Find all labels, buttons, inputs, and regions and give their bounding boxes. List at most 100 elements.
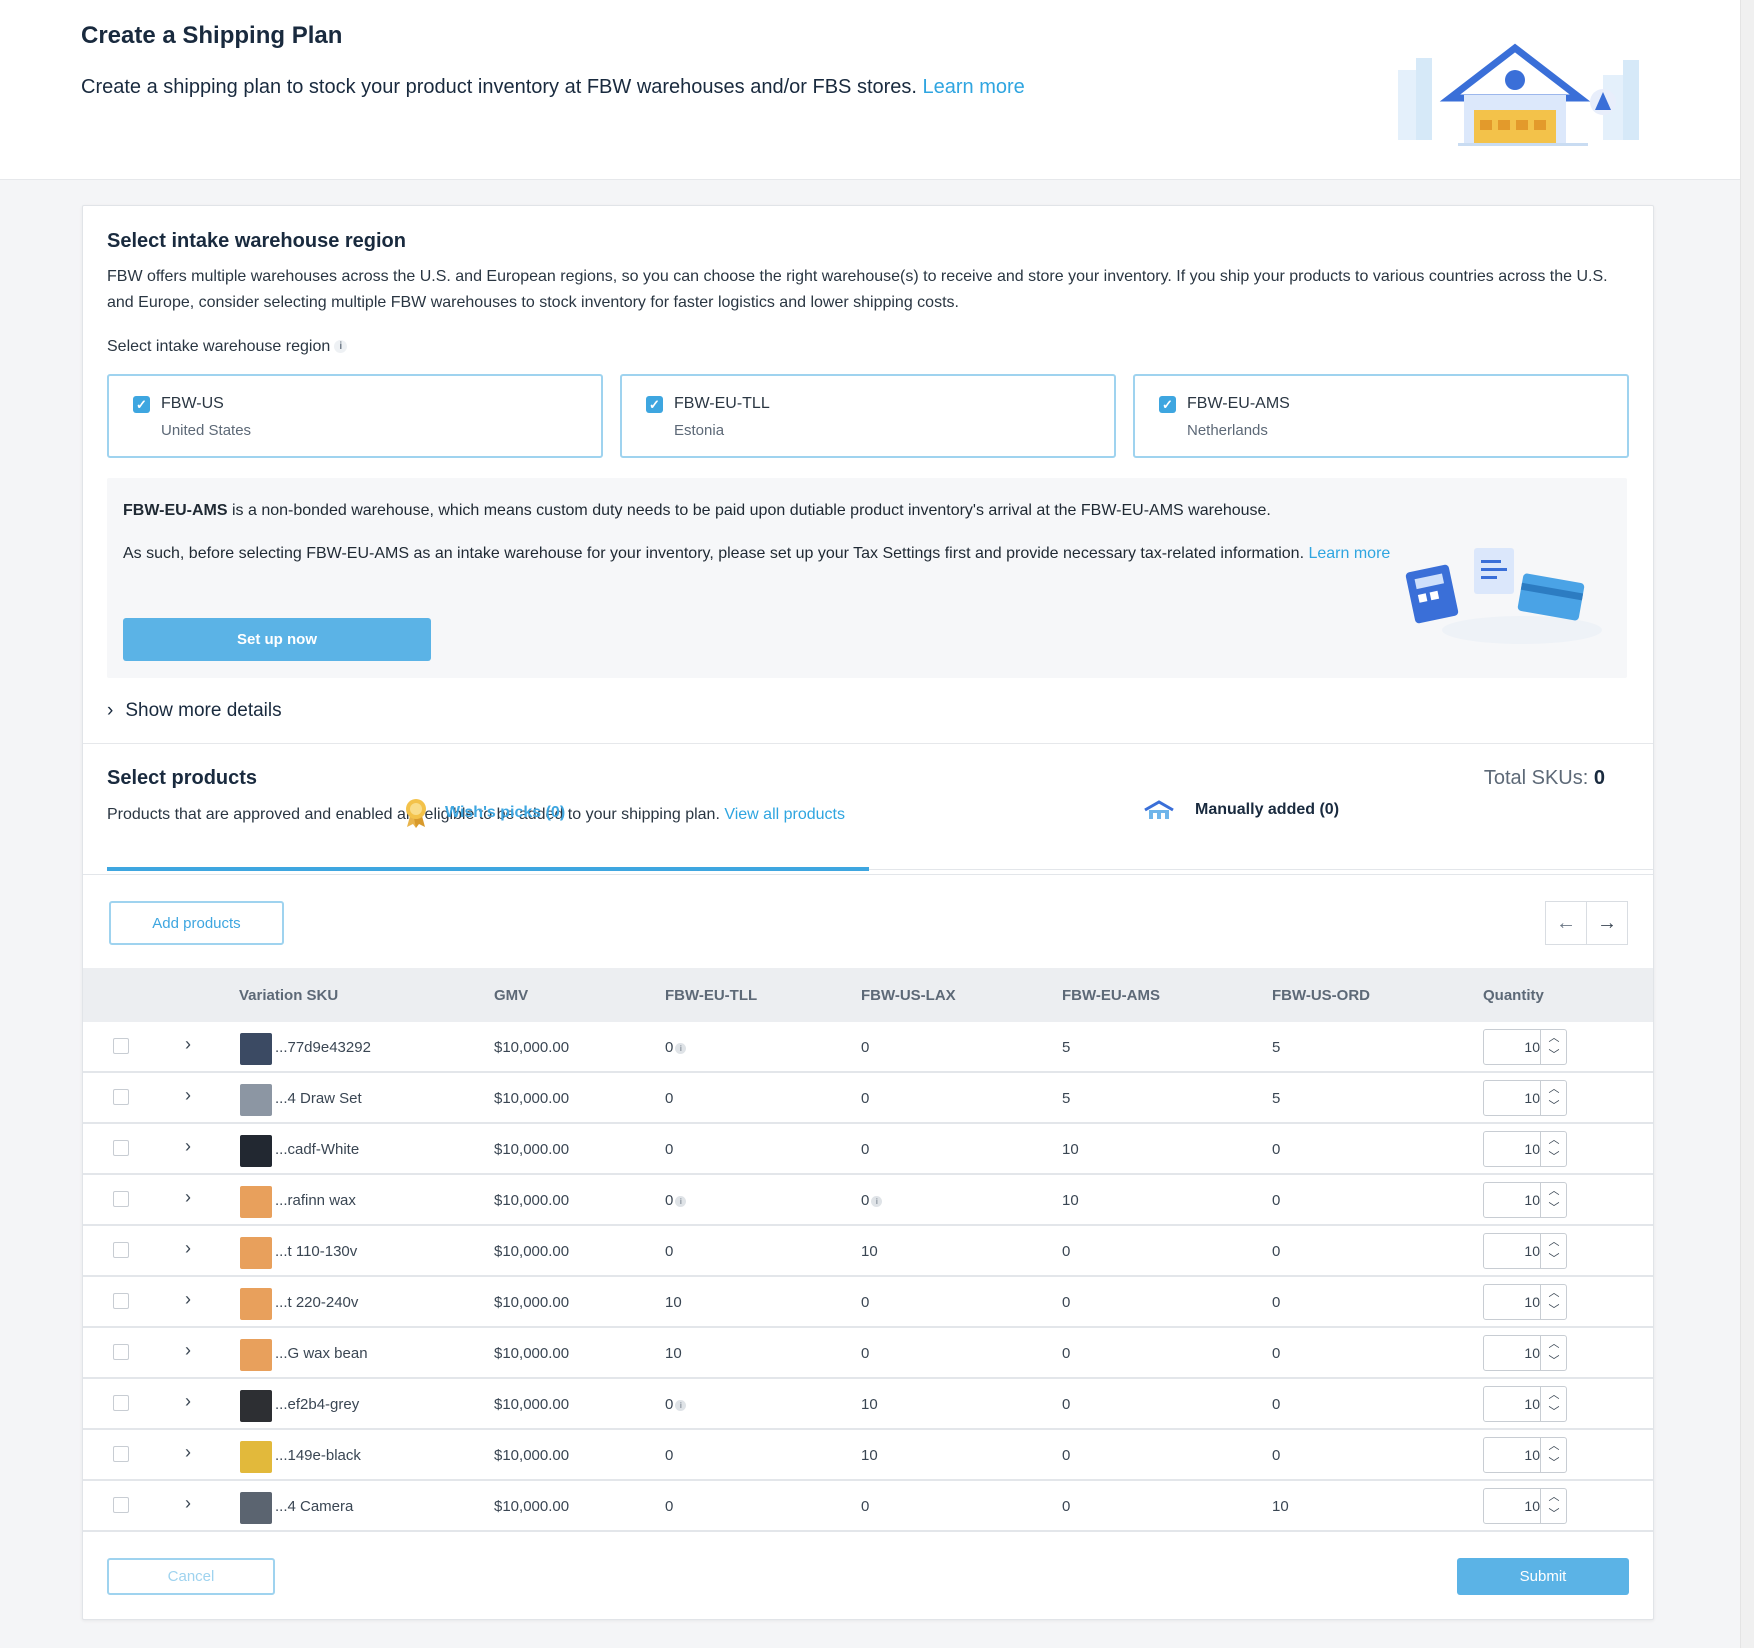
variation-sku[interactable]: ...149e-black: [275, 1447, 361, 1464]
table-row[interactable]: › ...4 Draw Set $10,000.00 0 0 5 5 10 ︿ ﹀: [83, 1073, 1653, 1124]
checkbox-checked-icon[interactable]: ✓: [1159, 396, 1176, 413]
table-row[interactable]: › ...ef2b4-grey $10,000.00 0 i 10 0 0 10 ︿ ﹀: [83, 1379, 1653, 1430]
chevron-right-icon[interactable]: ›: [185, 1238, 191, 1259]
show-more-details-toggle[interactable]: › Show more details: [107, 700, 282, 722]
chevron-right-icon[interactable]: ›: [185, 1493, 191, 1514]
chevron-down-icon[interactable]: ﹀: [1541, 1098, 1567, 1115]
checkbox-checked-icon[interactable]: ✓: [646, 396, 663, 413]
chevron-up-icon[interactable]: ︿: [1541, 1438, 1567, 1455]
chevron-up-icon[interactable]: ︿: [1541, 1030, 1567, 1047]
column-header[interactable]: FBW-US-LAX: [861, 987, 956, 1004]
chevron-up-icon[interactable]: ︿: [1541, 1234, 1567, 1251]
quantity-input[interactable]: 10: [1484, 1498, 1540, 1514]
row-checkbox[interactable]: [113, 1344, 129, 1360]
pager-prev-arrow-icon[interactable]: ←: [1545, 901, 1587, 945]
cancel-button[interactable]: Cancel: [107, 1558, 275, 1595]
table-row[interactable]: › ...77d9e43292 $10,000.00 0 i 0 5 5 10 ︿ ﹀: [83, 1022, 1653, 1073]
chevron-right-icon[interactable]: ›: [185, 1289, 191, 1310]
quantity-input[interactable]: 10: [1484, 1243, 1540, 1259]
chevron-down-icon[interactable]: ﹀: [1541, 1404, 1567, 1421]
column-header[interactable]: Quantity: [1483, 987, 1544, 1004]
quantity-input[interactable]: 10: [1484, 1345, 1540, 1361]
checkbox-checked-icon[interactable]: ✓: [133, 396, 150, 413]
column-header[interactable]: GMV: [494, 987, 528, 1004]
quantity-stepper[interactable]: 10 ︿ ﹀: [1483, 1488, 1567, 1524]
add-products-button[interactable]: Add products: [109, 901, 284, 945]
row-checkbox[interactable]: [113, 1038, 129, 1054]
chevron-up-icon[interactable]: ︿: [1541, 1081, 1567, 1098]
info-icon[interactable]: i: [675, 1399, 687, 1411]
chevron-down-icon[interactable]: ﹀: [1541, 1149, 1567, 1166]
page-scrollbar[interactable]: [1740, 0, 1754, 1648]
chevron-down-icon[interactable]: ﹀: [1541, 1251, 1567, 1268]
quantity-input[interactable]: 10: [1484, 1141, 1540, 1157]
quantity-stepper[interactable]: 10 ︿ ﹀: [1483, 1386, 1567, 1422]
table-row[interactable]: › ...rafinn wax $10,000.00 0 i 0 i 10 0 10 ︿ ﹀: [83, 1175, 1653, 1226]
learn-more-link[interactable]: Learn more: [923, 76, 1025, 98]
variation-sku[interactable]: ...4 Draw Set: [275, 1090, 362, 1107]
quantity-stepper[interactable]: 10 ︿ ﹀: [1483, 1131, 1567, 1167]
row-checkbox[interactable]: [113, 1089, 129, 1105]
table-row[interactable]: › ...149e-black $10,000.00 0 10 0 0 10 ︿ ﹀: [83, 1430, 1653, 1481]
chevron-right-icon[interactable]: ›: [185, 1034, 191, 1055]
table-row[interactable]: › ...G wax bean $10,000.00 10 0 0 0 10 ︿ ﹀: [83, 1328, 1653, 1379]
chevron-down-icon[interactable]: ﹀: [1541, 1302, 1567, 1319]
chevron-up-icon[interactable]: ︿: [1541, 1489, 1567, 1506]
submit-button[interactable]: Submit: [1457, 1558, 1629, 1595]
chevron-right-icon[interactable]: ›: [185, 1340, 191, 1361]
variation-sku[interactable]: ...cadf-White: [275, 1141, 359, 1158]
row-checkbox[interactable]: [113, 1446, 129, 1462]
chevron-right-icon[interactable]: ›: [185, 1136, 191, 1157]
chevron-right-icon[interactable]: ›: [185, 1391, 191, 1412]
table-row[interactable]: › ...4 Camera $10,000.00 0 0 0 10 10 ︿ ﹀: [83, 1481, 1653, 1532]
variation-sku[interactable]: ...G wax bean: [275, 1345, 368, 1362]
pager-next-arrow-icon[interactable]: →: [1586, 901, 1628, 945]
quantity-stepper[interactable]: 10 ︿ ﹀: [1483, 1029, 1567, 1065]
quantity-stepper[interactable]: 10 ︿ ﹀: [1483, 1080, 1567, 1116]
set-up-now-button[interactable]: Set up now: [123, 618, 431, 661]
quantity-input[interactable]: 10: [1484, 1039, 1540, 1055]
quantity-stepper[interactable]: 10 ︿ ﹀: [1483, 1335, 1567, 1371]
info-icon[interactable]: i: [871, 1195, 883, 1207]
chevron-up-icon[interactable]: ︿: [1541, 1132, 1567, 1149]
chevron-right-icon[interactable]: ›: [185, 1442, 191, 1463]
variation-sku[interactable]: ...t 110-130v: [275, 1243, 357, 1260]
region-option-fbw-us[interactable]: ✓ FBW-US United States: [107, 374, 603, 458]
quantity-stepper[interactable]: 10 ︿ ﹀: [1483, 1284, 1567, 1320]
table-row[interactable]: › ...t 110-130v $10,000.00 0 10 0 0 10 ︿ ﹀: [83, 1226, 1653, 1277]
notice-learn-more-link[interactable]: Learn more: [1308, 545, 1390, 562]
quantity-stepper[interactable]: 10 ︿ ﹀: [1483, 1182, 1567, 1218]
quantity-input[interactable]: 10: [1484, 1192, 1540, 1208]
info-icon[interactable]: i: [675, 1042, 687, 1054]
view-all-products-link[interactable]: View all products: [724, 806, 845, 823]
variation-sku[interactable]: ...rafinn wax: [275, 1192, 356, 1209]
chevron-up-icon[interactable]: ︿: [1541, 1183, 1567, 1200]
column-header[interactable]: FBW-US-ORD: [1272, 987, 1370, 1004]
chevron-up-icon[interactable]: ︿: [1541, 1387, 1567, 1404]
tab-wish-picks[interactable]: Wish's picks (0): [403, 798, 565, 830]
column-header[interactable]: FBW-EU-TLL: [665, 987, 757, 1004]
chevron-down-icon[interactable]: ﹀: [1541, 1455, 1567, 1472]
chevron-right-icon[interactable]: ›: [185, 1187, 191, 1208]
chevron-down-icon[interactable]: ﹀: [1541, 1047, 1567, 1064]
chevron-down-icon[interactable]: ﹀: [1541, 1200, 1567, 1217]
column-header[interactable]: Variation SKU: [239, 987, 338, 1004]
region-option-fbw-eu-tll[interactable]: ✓ FBW-EU-TLL Estonia: [620, 374, 1116, 458]
variation-sku[interactable]: ...ef2b4-grey: [275, 1396, 359, 1413]
row-checkbox[interactable]: [113, 1140, 129, 1156]
quantity-stepper[interactable]: 10 ︿ ﹀: [1483, 1233, 1567, 1269]
chevron-down-icon[interactable]: ﹀: [1541, 1353, 1567, 1370]
variation-sku[interactable]: ...4 Camera: [275, 1498, 353, 1515]
quantity-input[interactable]: 10: [1484, 1447, 1540, 1463]
tab-manually-added[interactable]: Manually added (0): [1143, 798, 1339, 830]
quantity-input[interactable]: 10: [1484, 1090, 1540, 1106]
chevron-right-icon[interactable]: ›: [185, 1085, 191, 1106]
variation-sku[interactable]: ...77d9e43292: [275, 1039, 371, 1056]
chevron-up-icon[interactable]: ︿: [1541, 1336, 1567, 1353]
chevron-down-icon[interactable]: ﹀: [1541, 1506, 1567, 1523]
info-icon[interactable]: i: [675, 1195, 687, 1207]
region-option-fbw-eu-ams[interactable]: ✓ FBW-EU-AMS Netherlands: [1133, 374, 1629, 458]
row-checkbox[interactable]: [113, 1242, 129, 1258]
column-header[interactable]: FBW-EU-AMS: [1062, 987, 1160, 1004]
quantity-stepper[interactable]: 10 ︿ ﹀: [1483, 1437, 1567, 1473]
